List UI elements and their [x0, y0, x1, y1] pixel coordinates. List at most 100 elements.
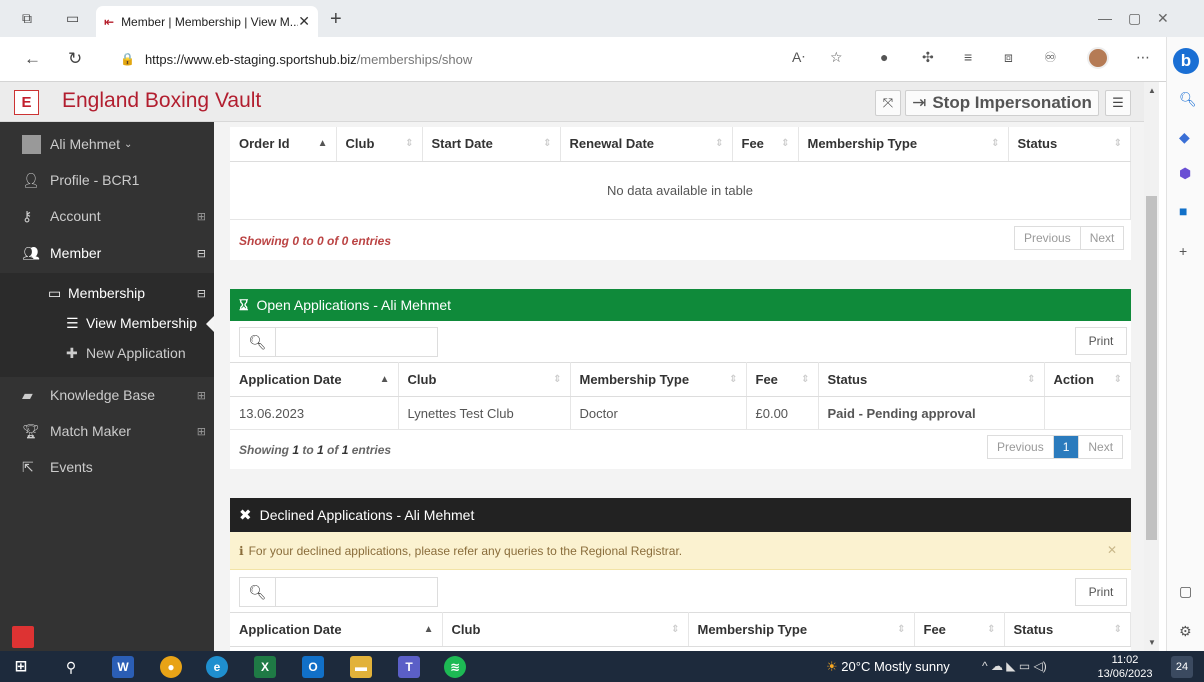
search-input[interactable]: [276, 578, 437, 606]
sidebar-item-view-membership[interactable]: ☰ View Membership: [0, 308, 214, 338]
workspaces-icon[interactable]: ⧉: [22, 10, 32, 27]
fullscreen-button[interactable]: ⤧: [875, 90, 901, 116]
system-tray-icons[interactable]: ^ ☁ ◣ ▭ ◁): [982, 659, 1047, 673]
restore-icon[interactable]: ▢: [1128, 10, 1141, 27]
column-header[interactable]: Membership Type ⇕: [570, 362, 747, 397]
alert-close-icon[interactable]: ✕: [1107, 543, 1117, 557]
notifications-badge[interactable]: 24: [1171, 656, 1193, 678]
sidebar-item-events[interactable]: ⇱ Events: [0, 449, 214, 485]
column-label: Club: [407, 372, 437, 387]
column-header[interactable]: Club ⇕: [336, 127, 423, 162]
edge-icon[interactable]: e: [206, 656, 228, 678]
column-header[interactable]: Membership Type ⇕: [688, 612, 915, 647]
hamburger-menu-button[interactable]: ☰: [1105, 90, 1131, 116]
search-icon[interactable]: 🔍︎: [240, 578, 276, 606]
panel-title: Open Applications - Ali Mehmet: [256, 297, 452, 313]
stop-impersonation-button[interactable]: ⇥ Stop Impersonation: [905, 90, 1099, 116]
column-header[interactable]: Fee ⇕: [914, 612, 1005, 647]
column-header[interactable]: Club ⇕: [442, 612, 689, 647]
add-tool-icon[interactable]: +: [1179, 243, 1187, 259]
column-header[interactable]: Membership Type ⇕: [798, 127, 1009, 162]
sort-icon: ⇕: [1113, 138, 1122, 149]
bing-chat-icon[interactable]: b: [1173, 48, 1199, 74]
tab-actions-icon[interactable]: ▭: [66, 10, 79, 27]
extensions-puzzle-icon[interactable]: ✣: [922, 49, 934, 66]
sidebar-item-member[interactable]: 👥︎ Member ⊟: [0, 235, 214, 271]
column-header[interactable]: Status ⇕: [1008, 127, 1131, 162]
read-aloud-icon[interactable]: Aᐧ: [792, 49, 805, 66]
tab-favicon-icon: ⇤: [104, 14, 115, 29]
close-window-icon[interactable]: ✕: [1157, 10, 1169, 27]
lock-icon[interactable]: 🔒: [120, 52, 135, 66]
chrome-icon[interactable]: ●: [160, 656, 182, 678]
new-tab-button[interactable]: +: [330, 8, 342, 31]
more-menu-icon[interactable]: ⋯: [1136, 49, 1150, 66]
favorite-star-icon[interactable]: ☆: [830, 49, 843, 66]
info-number: 1: [292, 443, 300, 457]
spotify-icon[interactable]: ≋: [444, 656, 466, 678]
next-page-button[interactable]: Next: [1079, 436, 1122, 458]
extension-icon[interactable]: ●: [880, 49, 888, 65]
settings-gear-icon[interactable]: ⚙: [1179, 623, 1192, 640]
taskbar-clock[interactable]: 11:02 13/06/2023: [1094, 653, 1156, 681]
column-header[interactable]: Application Date ▲: [230, 362, 399, 397]
sidebar-item-new-application[interactable]: ✚ New Application: [0, 338, 214, 368]
next-page-button[interactable]: Next: [1081, 227, 1124, 249]
outlook-icon[interactable]: ■: [1179, 203, 1187, 219]
sidebar-user-menu[interactable]: Ali Mehmet ⌄: [0, 126, 214, 162]
scroll-up-arrow[interactable]: ▲: [1148, 86, 1156, 95]
list-icon: ☰: [66, 314, 79, 331]
tab-close-icon[interactable]: ✕: [298, 13, 310, 30]
browser-tab[interactable]: ⇤ Member | Membership | View M... ✕: [96, 6, 318, 37]
word-icon[interactable]: W: [112, 656, 134, 678]
teams-icon[interactable]: T: [398, 656, 420, 678]
previous-page-button[interactable]: Previous: [988, 436, 1054, 458]
column-header[interactable]: Action ⇕: [1044, 362, 1131, 397]
refresh-icon[interactable]: ↻: [68, 49, 82, 69]
performance-icon[interactable]: ♾: [1044, 49, 1057, 66]
column-header[interactable]: Club ⇕: [398, 362, 571, 397]
column-header[interactable]: Fee ⇕: [732, 127, 799, 162]
url-field[interactable]: 🔒 https://www.eb-staging.sportshub.biz/m…: [110, 45, 870, 73]
app-corner-icon[interactable]: [12, 626, 34, 648]
column-header[interactable]: Status ⇕: [818, 362, 1045, 397]
file-explorer-icon[interactable]: ▬: [350, 656, 372, 678]
column-header[interactable]: Order Id ▲: [230, 127, 337, 162]
site-brand-title[interactable]: England Boxing Vault: [62, 89, 261, 113]
scroll-down-arrow[interactable]: ▼: [1148, 638, 1156, 647]
windows-start-icon[interactable]: ⊞: [10, 656, 32, 678]
search-icon[interactable]: 🔍︎: [1179, 91, 1197, 108]
collections-icon[interactable]: ⧈: [1004, 49, 1013, 66]
tag-icon[interactable]: ◆: [1179, 129, 1190, 146]
profile-avatar[interactable]: [1087, 47, 1109, 69]
page-scrollbar-thumb[interactable]: [1146, 196, 1157, 540]
column-header[interactable]: Application Date ▲: [230, 612, 443, 647]
sidebar-layout-icon[interactable]: ▢: [1179, 583, 1192, 600]
search-icon[interactable]: 🔍︎: [240, 328, 276, 356]
excel-icon[interactable]: X: [254, 656, 276, 678]
column-header[interactable]: Renewal Date ⇕: [560, 127, 733, 162]
back-icon[interactable]: ←: [24, 49, 41, 69]
weather-widget[interactable]: ☀ 20°C Mostly sunny: [826, 659, 950, 675]
search-icon[interactable]: ⚲: [60, 656, 82, 678]
outlook-icon[interactable]: O: [302, 656, 324, 678]
search-input[interactable]: [276, 328, 437, 356]
england-boxing-logo[interactable]: E: [14, 90, 39, 115]
column-header[interactable]: Start Date ⇕: [422, 127, 561, 162]
column-header[interactable]: Status ⇕: [1004, 612, 1131, 647]
print-button[interactable]: Print: [1075, 578, 1127, 606]
sidebar-item-membership[interactable]: ▭ Membership ⊟: [0, 278, 214, 308]
previous-page-button[interactable]: Previous: [1015, 227, 1081, 249]
page-1-button[interactable]: 1: [1053, 436, 1080, 458]
info-text: of: [323, 443, 342, 457]
sidebar-item-account[interactable]: ⚷ Account ⊞: [0, 198, 214, 234]
sidebar-item-profile[interactable]: 👤︎ Profile - BCR1: [0, 162, 214, 198]
favorites-list-icon[interactable]: ≡: [964, 49, 972, 65]
office-icon[interactable]: ⬢: [1179, 165, 1191, 182]
minimize-icon[interactable]: —: [1098, 10, 1112, 26]
print-button[interactable]: Print: [1075, 327, 1127, 355]
menu-icon: ☰: [1112, 95, 1124, 110]
column-header[interactable]: Fee ⇕: [746, 362, 819, 397]
sidebar-item-knowledge-base[interactable]: ▰ Knowledge Base ⊞: [0, 377, 214, 413]
sidebar-item-match-maker[interactable]: 🏆︎ Match Maker ⊞: [0, 413, 214, 449]
